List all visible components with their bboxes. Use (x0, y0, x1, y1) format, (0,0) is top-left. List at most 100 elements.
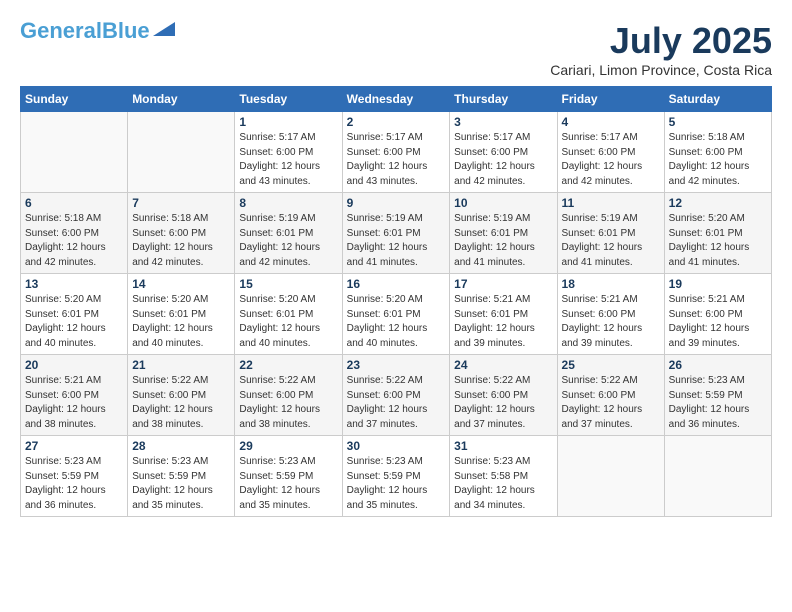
calendar-day-cell: 3Sunrise: 5:17 AM Sunset: 6:00 PM Daylig… (450, 112, 557, 193)
calendar-day-cell: 5Sunrise: 5:18 AM Sunset: 6:00 PM Daylig… (664, 112, 771, 193)
calendar-day-cell: 16 Sunrise: 5:20 AM Sunset: 6:01 PM Dayli… (342, 274, 450, 355)
day-info: Sunrise: 5:19 AM Sunset: 6:01 PM Dayligh… (239, 212, 337, 270)
day-number: 30 (347, 439, 446, 453)
day-number: 4 (562, 115, 660, 129)
empty-cell (128, 112, 235, 193)
day-number: 14 (132, 277, 230, 291)
calendar-day-cell: 22 Sunrise: 5:22 AM Sunset: 6:00 PM Dayli… (235, 355, 342, 436)
calendar-day-cell: 14 Sunrise: 5:20 AM Sunset: 6:01 PM Dayli… (128, 274, 235, 355)
day-number: 29 (239, 439, 337, 453)
day-number: 17 (454, 277, 552, 291)
calendar-day-cell: 8 Sunrise: 5:19 AM Sunset: 6:01 PM Daylig… (235, 193, 342, 274)
calendar-table: SundayMondayTuesdayWednesdayThursdayFrid… (20, 86, 772, 517)
weekday-header-sunday: Sunday (21, 87, 128, 112)
day-number: 11 (562, 196, 660, 210)
weekday-header-friday: Friday (557, 87, 664, 112)
day-number: 22 (239, 358, 337, 372)
day-info: Sunrise: 5:20 AM Sunset: 6:01 PM Dayligh… (25, 293, 123, 351)
day-info: Sunrise: 5:22 AM Sunset: 6:00 PM Dayligh… (454, 374, 552, 432)
day-number: 7 (132, 196, 230, 210)
day-info: Sunrise: 5:18 AM Sunset: 6:00 PM Dayligh… (669, 131, 767, 189)
day-info: Sunrise: 5:22 AM Sunset: 6:00 PM Dayligh… (239, 374, 337, 432)
day-info: Sunrise: 5:17 AM Sunset: 6:00 PM Dayligh… (239, 131, 337, 189)
day-number: 23 (347, 358, 446, 372)
calendar-week-row: 20Sunrise: 5:21 AM Sunset: 6:00 PM Dayli… (21, 355, 772, 436)
calendar-day-cell: 21Sunrise: 5:22 AM Sunset: 6:00 PM Dayli… (128, 355, 235, 436)
day-info: Sunrise: 5:23 AM Sunset: 5:59 PM Dayligh… (132, 455, 230, 513)
day-info: Sunrise: 5:23 AM Sunset: 5:59 PM Dayligh… (25, 455, 123, 513)
day-info: Sunrise: 5:19 AM Sunset: 6:01 PM Dayligh… (454, 212, 552, 270)
day-number: 12 (669, 196, 767, 210)
calendar-day-cell: 20Sunrise: 5:21 AM Sunset: 6:00 PM Dayli… (21, 355, 128, 436)
day-info: Sunrise: 5:23 AM Sunset: 5:59 PM Dayligh… (347, 455, 446, 513)
logo: GeneralBlue (20, 20, 175, 42)
day-info: Sunrise: 5:20 AM Sunset: 6:01 PM Dayligh… (132, 293, 230, 351)
day-info: Sunrise: 5:19 AM Sunset: 6:01 PM Dayligh… (562, 212, 660, 270)
day-number: 19 (669, 277, 767, 291)
calendar-day-cell: 15Sunrise: 5:20 AM Sunset: 6:01 PM Dayli… (235, 274, 342, 355)
calendar-day-cell: 7 Sunrise: 5:18 AM Sunset: 6:00 PM Daylig… (128, 193, 235, 274)
day-info: Sunrise: 5:22 AM Sunset: 6:00 PM Dayligh… (562, 374, 660, 432)
calendar-day-cell: 30 Sunrise: 5:23 AM Sunset: 5:59 PM Dayli… (342, 436, 450, 517)
day-number: 26 (669, 358, 767, 372)
day-number: 31 (454, 439, 552, 453)
day-number: 8 (239, 196, 337, 210)
day-info: Sunrise: 5:21 AM Sunset: 6:01 PM Dayligh… (454, 293, 552, 351)
day-info: Sunrise: 5:22 AM Sunset: 6:00 PM Dayligh… (347, 374, 446, 432)
day-info: Sunrise: 5:18 AM Sunset: 6:00 PM Dayligh… (132, 212, 230, 270)
day-number: 16 (347, 277, 446, 291)
day-number: 27 (25, 439, 123, 453)
empty-cell (664, 436, 771, 517)
day-info: Sunrise: 5:23 AM Sunset: 5:58 PM Dayligh… (454, 455, 552, 513)
calendar-week-row: 1Sunrise: 5:17 AM Sunset: 6:00 PM Daylig… (21, 112, 772, 193)
title-block: July 2025 Cariari, Limon Province, Costa… (550, 20, 772, 78)
empty-cell (557, 436, 664, 517)
day-number: 10 (454, 196, 552, 210)
day-number: 20 (25, 358, 123, 372)
day-number: 21 (132, 358, 230, 372)
calendar-day-cell: 19 Sunrise: 5:21 AM Sunset: 6:00 PM Dayli… (664, 274, 771, 355)
day-info: Sunrise: 5:20 AM Sunset: 6:01 PM Dayligh… (347, 293, 446, 351)
empty-cell (21, 112, 128, 193)
calendar-day-cell: 1Sunrise: 5:17 AM Sunset: 6:00 PM Daylig… (235, 112, 342, 193)
day-info: Sunrise: 5:17 AM Sunset: 6:00 PM Dayligh… (347, 131, 446, 189)
weekday-header-tuesday: Tuesday (235, 87, 342, 112)
calendar-day-cell: 12Sunrise: 5:20 AM Sunset: 6:01 PM Dayli… (664, 193, 771, 274)
day-info: Sunrise: 5:19 AM Sunset: 6:01 PM Dayligh… (347, 212, 446, 270)
day-number: 25 (562, 358, 660, 372)
day-number: 2 (347, 115, 446, 129)
day-info: Sunrise: 5:23 AM Sunset: 5:59 PM Dayligh… (669, 374, 767, 432)
day-number: 18 (562, 277, 660, 291)
calendar-week-row: 6 Sunrise: 5:18 AM Sunset: 6:00 PM Daylig… (21, 193, 772, 274)
calendar-day-cell: 23 Sunrise: 5:22 AM Sunset: 6:00 PM Dayli… (342, 355, 450, 436)
day-info: Sunrise: 5:21 AM Sunset: 6:00 PM Dayligh… (669, 293, 767, 351)
weekday-header-thursday: Thursday (450, 87, 557, 112)
calendar-day-cell: 9 Sunrise: 5:19 AM Sunset: 6:01 PM Daylig… (342, 193, 450, 274)
day-info: Sunrise: 5:23 AM Sunset: 5:59 PM Dayligh… (239, 455, 337, 513)
day-info: Sunrise: 5:17 AM Sunset: 6:00 PM Dayligh… (562, 131, 660, 189)
day-number: 24 (454, 358, 552, 372)
day-number: 3 (454, 115, 552, 129)
calendar-day-cell: 6Sunrise: 5:18 AM Sunset: 6:00 PM Daylig… (21, 193, 128, 274)
calendar-day-cell: 13 Sunrise: 5:20 AM Sunset: 6:01 PM Dayli… (21, 274, 128, 355)
day-number: 15 (239, 277, 337, 291)
day-number: 13 (25, 277, 123, 291)
day-number: 6 (25, 196, 123, 210)
calendar-week-row: 13 Sunrise: 5:20 AM Sunset: 6:01 PM Dayli… (21, 274, 772, 355)
calendar-week-row: 27 Sunrise: 5:23 AM Sunset: 5:59 PM Dayli… (21, 436, 772, 517)
weekday-header-saturday: Saturday (664, 87, 771, 112)
calendar-day-cell: 25 Sunrise: 5:22 AM Sunset: 6:00 PM Dayli… (557, 355, 664, 436)
weekday-header-monday: Monday (128, 87, 235, 112)
calendar-day-cell: 26 Sunrise: 5:23 AM Sunset: 5:59 PM Dayli… (664, 355, 771, 436)
weekday-header-row: SundayMondayTuesdayWednesdayThursdayFrid… (21, 87, 772, 112)
page-header: GeneralBlue July 2025 Cariari, Limon Pro… (20, 20, 772, 78)
day-number: 9 (347, 196, 446, 210)
weekday-header-wednesday: Wednesday (342, 87, 450, 112)
calendar-day-cell: 4 Sunrise: 5:17 AM Sunset: 6:00 PM Daylig… (557, 112, 664, 193)
logo-icon (153, 22, 175, 36)
calendar-day-cell: 27 Sunrise: 5:23 AM Sunset: 5:59 PM Dayli… (21, 436, 128, 517)
calendar-day-cell: 24 Sunrise: 5:22 AM Sunset: 6:00 PM Dayli… (450, 355, 557, 436)
calendar-day-cell: 18Sunrise: 5:21 AM Sunset: 6:00 PM Dayli… (557, 274, 664, 355)
calendar-day-cell: 17 Sunrise: 5:21 AM Sunset: 6:01 PM Dayli… (450, 274, 557, 355)
calendar-day-cell: 10 Sunrise: 5:19 AM Sunset: 6:01 PM Dayli… (450, 193, 557, 274)
